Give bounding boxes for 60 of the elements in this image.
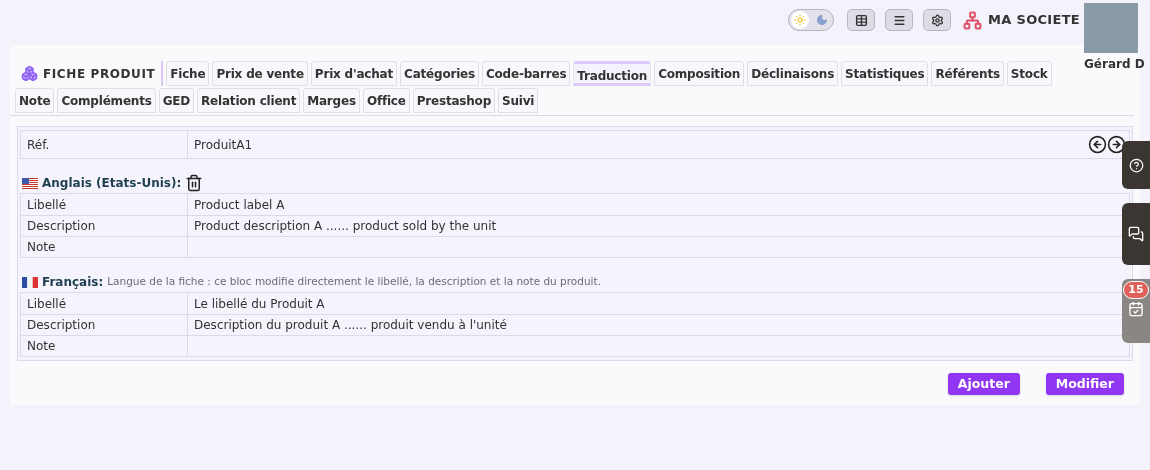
tab[interactable]: Marges xyxy=(303,88,360,113)
field-value: ProduitA1 xyxy=(194,136,253,154)
tab[interactable]: Fiche xyxy=(166,61,210,86)
calendar-icon xyxy=(1128,301,1144,317)
tab[interactable]: Stock xyxy=(1006,61,1052,86)
delete-icon[interactable] xyxy=(185,174,204,192)
field-label: Libellé xyxy=(27,196,67,214)
tab[interactable]: Prix d'achat xyxy=(310,61,398,86)
field-value: Product label A xyxy=(194,196,285,214)
language-heading: Anglais (Etats-Unis): xyxy=(42,175,182,192)
agenda-side-tab[interactable]: 15 xyxy=(1122,279,1150,343)
action-button[interactable]: Modifier xyxy=(1045,373,1124,395)
count-badge: 15 xyxy=(1123,281,1149,299)
tab[interactable]: Traduction xyxy=(573,61,652,86)
flag-icon xyxy=(22,276,38,288)
help-side-tab[interactable] xyxy=(1122,141,1150,189)
field-label: Description xyxy=(27,218,96,235)
tab[interactable]: Suivi xyxy=(498,88,539,113)
action-button[interactable]: Ajouter xyxy=(947,373,1020,395)
tab[interactable]: Prestashop xyxy=(412,88,496,113)
help-icon xyxy=(1128,157,1144,173)
moon-icon xyxy=(816,14,829,26)
menu-button[interactable] xyxy=(885,9,914,31)
tab[interactable]: Office xyxy=(362,88,410,113)
field-label: Réf. xyxy=(27,136,50,154)
flag-icon xyxy=(22,177,38,189)
field-value: Le libellé du Produit A xyxy=(194,295,325,313)
tab[interactable]: Référents xyxy=(931,61,1004,86)
tab[interactable]: Composition xyxy=(654,61,745,86)
sun-icon xyxy=(794,14,807,26)
language-heading: Français: xyxy=(42,274,104,291)
tab[interactable]: Code-barres xyxy=(481,61,571,86)
settings-icon xyxy=(930,13,944,27)
chat-side-tab[interactable] xyxy=(1122,203,1150,265)
chat-icon xyxy=(1128,226,1144,242)
tab[interactable]: Prix de vente xyxy=(212,61,308,86)
tab[interactable]: Déclinaisons xyxy=(747,61,839,86)
table-icon xyxy=(854,13,868,27)
company-name[interactable]: MA SOCIETE xyxy=(988,10,1080,30)
field-value: Description du produit A ...... produit vendu à l'unité xyxy=(194,317,507,334)
field-label: Description xyxy=(27,317,96,334)
page-title: FICHE PRODUIT xyxy=(43,65,156,83)
settings-button[interactable] xyxy=(923,9,952,31)
grid-view-button[interactable] xyxy=(847,9,876,31)
tab[interactable]: Relation client xyxy=(197,88,301,113)
tab[interactable]: Statistiques xyxy=(841,61,929,86)
user-name[interactable]: Gérard D xyxy=(1084,55,1145,73)
language-hint: Langue de la fiche : ce bloc modifie directement le libellé, la description et la note du produit. xyxy=(107,274,601,290)
field-label: Libellé xyxy=(27,295,67,313)
field-value: Product description A ...... product sold by the unit xyxy=(194,218,497,235)
field-label: Note xyxy=(27,239,56,256)
tab[interactable]: Note xyxy=(15,88,55,113)
products-icon xyxy=(21,65,38,82)
tab[interactable]: Compléments xyxy=(57,88,156,113)
theme-toggle[interactable] xyxy=(788,9,835,31)
tab[interactable]: GED xyxy=(158,88,195,113)
tab[interactable]: Catégories xyxy=(400,61,479,86)
field-label: Note xyxy=(27,338,56,355)
menu-icon xyxy=(892,13,906,27)
organization-icon xyxy=(963,10,983,30)
